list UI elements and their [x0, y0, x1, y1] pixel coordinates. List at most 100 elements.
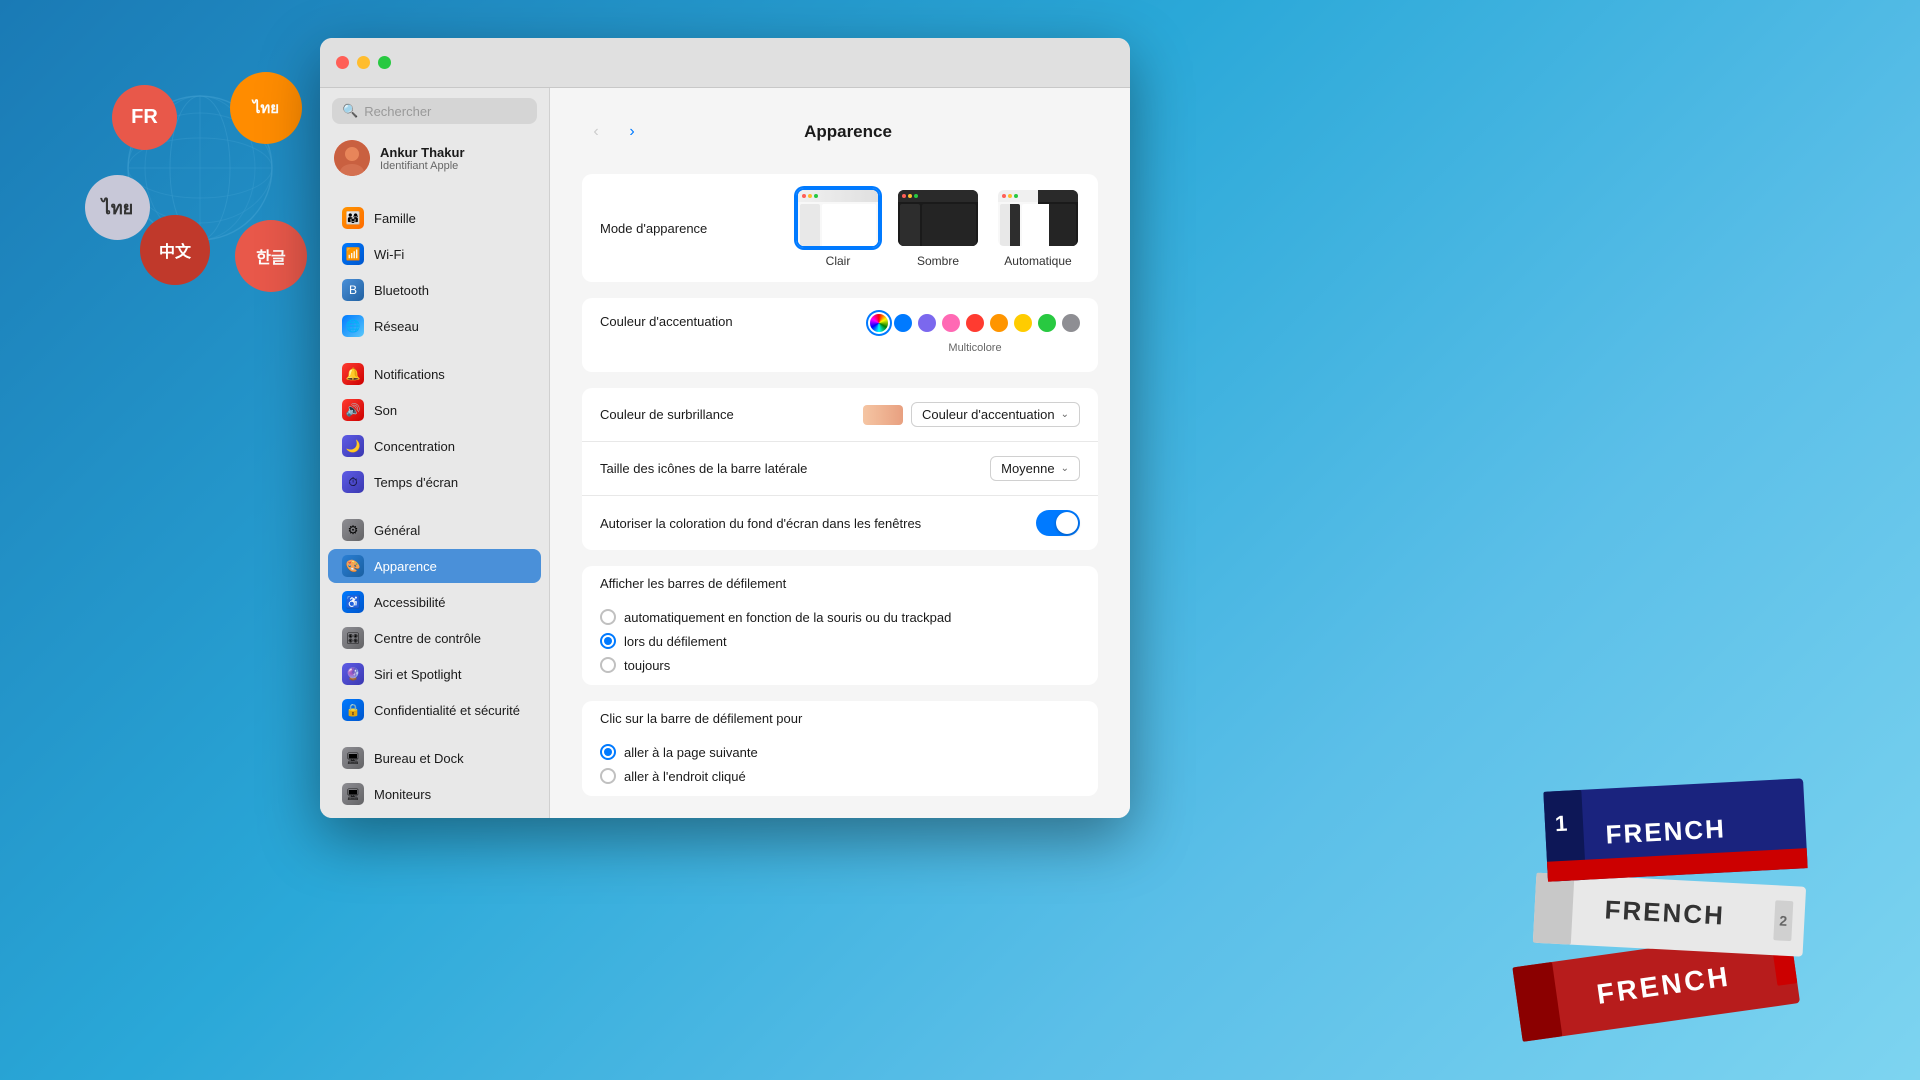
- sidebar-item-centre[interactable]: 🎛 Centre de contrôle: [328, 621, 541, 655]
- swatch-gris[interactable]: [1062, 314, 1080, 332]
- sidebar-item-accessibilite[interactable]: ♿ Accessibilité: [328, 585, 541, 619]
- books-svg: FRENCH FRENCH 2 FRENCH 1: [1485, 725, 1865, 1055]
- highlight-color-value: Couleur d'accentuation: [922, 407, 1055, 422]
- sidebar-label-famille: Famille: [374, 211, 416, 226]
- click-scrollbar-radio-group: aller à la page suivante aller à l'endro…: [582, 732, 1098, 796]
- mode-clair[interactable]: Clair: [796, 188, 880, 268]
- swatch-multicolore[interactable]: [870, 314, 888, 332]
- sidebar-label-notifications: Notifications: [374, 367, 445, 382]
- temps-icon: ⏱: [342, 471, 364, 493]
- sidebar-item-bluetooth[interactable]: B Bluetooth: [328, 273, 541, 307]
- icon-size-value: Moyenne: [1001, 461, 1054, 476]
- confidentialite-icon: 🔒: [342, 699, 364, 721]
- sidebar-label-siri: Siri et Spotlight: [374, 667, 461, 682]
- sidebar-item-famille[interactable]: 👨‍👩‍👧 Famille: [328, 201, 541, 235]
- swatch-bleu[interactable]: [894, 314, 912, 332]
- sidebar-item-reseau[interactable]: 🌐 Réseau: [328, 309, 541, 343]
- search-box[interactable]: 🔍 Rechercher: [332, 98, 537, 124]
- search-placeholder: Rechercher: [364, 104, 431, 119]
- radio-circle-defilement: [600, 633, 616, 649]
- sidebar-item-son[interactable]: 🔊 Son: [328, 393, 541, 427]
- scroll-radio-toujours[interactable]: toujours: [600, 657, 1080, 673]
- forward-button[interactable]: ›: [618, 118, 646, 146]
- wallpaper-tinting-label: Autoriser la coloration du fond d'écran …: [600, 516, 1036, 531]
- user-profile[interactable]: Ankur Thakur Identifiant Apple: [320, 134, 549, 182]
- sidebar-item-general[interactable]: ⚙ Général: [328, 513, 541, 547]
- sidebar-item-apparence[interactable]: 🎨 Apparence: [328, 549, 541, 583]
- sidebar-label-general: Général: [374, 523, 420, 538]
- maximize-button[interactable]: [378, 56, 391, 69]
- sidebar-item-notifications[interactable]: 🔔 Notifications: [328, 357, 541, 391]
- sidebar-label-bureau: Bureau et Dock: [374, 751, 464, 766]
- sidebar-item-bureau[interactable]: 🖥 Bureau et Dock: [328, 741, 541, 775]
- general-icon: ⚙: [342, 519, 364, 541]
- user-subtitle: Identifiant Apple: [380, 160, 465, 172]
- bureau-icon: 🖥: [342, 747, 364, 769]
- badge-zh: 中文: [140, 215, 210, 285]
- wallpaper-tinting-toggle[interactable]: [1036, 510, 1080, 536]
- highlight-color-row: Couleur de surbrillance Couleur d'accent…: [582, 388, 1098, 442]
- swatch-rose[interactable]: [942, 314, 960, 332]
- son-icon: 🔊: [342, 399, 364, 421]
- close-button[interactable]: [336, 56, 349, 69]
- sidebar-label-moniteurs: Moniteurs: [374, 787, 431, 802]
- search-icon: 🔍: [342, 103, 358, 119]
- avatar-image: [334, 140, 370, 176]
- apparence-icon: 🎨: [342, 555, 364, 577]
- scroll-radio-auto[interactable]: automatiquement en fonction de la souris…: [600, 609, 1080, 625]
- help-container: ?: [582, 812, 1098, 818]
- appearance-modes: Clair: [796, 188, 1080, 268]
- radio-circle-toujours: [600, 657, 616, 673]
- radio-circle-suivante: [600, 744, 616, 760]
- sidebar-item-fond[interactable]: 🖼 Fond d'écran: [328, 813, 541, 818]
- icon-size-label: Taille des icônes de la barre latérale: [600, 461, 990, 476]
- swatch-jaune[interactable]: [1014, 314, 1032, 332]
- mode-automatique[interactable]: Automatique: [996, 188, 1080, 268]
- click-radio-suivante[interactable]: aller à la page suivante: [600, 744, 1080, 760]
- settings-window: 🔍 Rechercher Ankur Thakur: [320, 38, 1130, 818]
- swatch-orange[interactable]: [990, 314, 1008, 332]
- toggle-knob: [1056, 512, 1078, 534]
- minimize-button[interactable]: [357, 56, 370, 69]
- sidebar-item-wifi[interactable]: 📶 Wi-Fi: [328, 237, 541, 271]
- svg-text:FRENCH: FRENCH: [1605, 813, 1727, 849]
- sidebar-item-moniteurs[interactable]: 🖥 Moniteurs: [328, 777, 541, 811]
- badge-thai: ไทย: [230, 72, 302, 144]
- click-label-suivante: aller à la page suivante: [624, 745, 758, 760]
- swatch-violet[interactable]: [918, 314, 936, 332]
- click-scrollbar-title: Clic sur la barre de défilement pour: [582, 701, 1098, 732]
- highlight-color-dropdown[interactable]: Couleur d'accentuation ⌄: [911, 402, 1080, 427]
- sidebar: 🔍 Rechercher Ankur Thakur: [320, 88, 550, 818]
- swatch-rouge[interactable]: [966, 314, 984, 332]
- click-label-endroit: aller à l'endroit cliqué: [624, 769, 746, 784]
- sidebar-item-siri[interactable]: 🔮 Siri et Spotlight: [328, 657, 541, 691]
- back-button[interactable]: ‹: [582, 118, 610, 146]
- sidebar-item-temps[interactable]: ⏱ Temps d'écran: [328, 465, 541, 499]
- main-content: ‹ › Apparence Mode d'apparence: [550, 88, 1130, 818]
- user-name: Ankur Thakur: [380, 145, 465, 160]
- scrollbars-section: Afficher les barres de défilement automa…: [582, 566, 1098, 685]
- sidebar-label-confidentialite: Confidentialité et sécurité: [374, 703, 520, 718]
- scroll-radio-defilement[interactable]: lors du défilement: [600, 633, 1080, 649]
- radio-circle-endroit: [600, 768, 616, 784]
- scrollbars-title: Afficher les barres de défilement: [582, 566, 1098, 597]
- swatch-vert[interactable]: [1038, 314, 1056, 332]
- sidebar-label-concentration: Concentration: [374, 439, 455, 454]
- mode-sombre[interactable]: Sombre: [896, 188, 980, 268]
- badge-fr: FR: [112, 85, 177, 150]
- sidebar-label-son: Son: [374, 403, 397, 418]
- click-radio-endroit[interactable]: aller à l'endroit cliqué: [600, 768, 1080, 784]
- highlight-dropdown-container: Couleur d'accentuation ⌄: [863, 402, 1080, 427]
- badge-en: ไทย: [85, 175, 150, 240]
- user-info: Ankur Thakur Identifiant Apple: [380, 145, 465, 172]
- badge-ko: 한글: [235, 220, 307, 292]
- content-header: ‹ › Apparence: [582, 118, 1098, 146]
- sidebar-label-reseau: Réseau: [374, 319, 419, 334]
- sidebar-item-confidentialite[interactable]: 🔒 Confidentialité et sécurité: [328, 693, 541, 727]
- icon-size-dropdown[interactable]: Moyenne ⌄: [990, 456, 1080, 481]
- scroll-label-auto: automatiquement en fonction de la souris…: [624, 610, 951, 625]
- sidebar-item-concentration[interactable]: 🌙 Concentration: [328, 429, 541, 463]
- sidebar-label-bluetooth: Bluetooth: [374, 283, 429, 298]
- sidebar-label-centre: Centre de contrôle: [374, 631, 481, 646]
- radio-circle-auto: [600, 609, 616, 625]
